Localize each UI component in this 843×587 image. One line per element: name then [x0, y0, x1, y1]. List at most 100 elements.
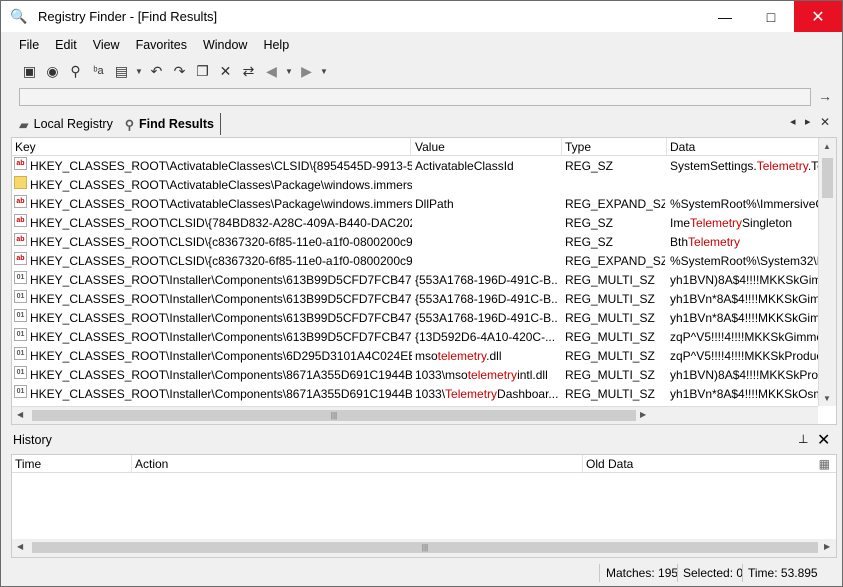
table-row[interactable]: 01 HKEY_CLASSES_ROOT\Installer\Components…	[12, 271, 818, 290]
string-value-icon: ab	[14, 214, 27, 227]
data-pre: Ime	[670, 216, 691, 230]
col-type[interactable]: Type	[562, 138, 667, 156]
value-text: {553A1768-196D-491C-B...	[415, 273, 558, 287]
cell-type: REG_MULTI_SZ	[565, 292, 655, 306]
forward-icon[interactable]: ▶	[296, 60, 317, 82]
data-pre: %SystemRoot%\System32\B	[670, 254, 818, 268]
value-highlight: telemetry	[467, 368, 518, 382]
table-row[interactable]: 01 HKEY_CLASSES_ROOT\Installer\Components…	[12, 328, 818, 347]
cell-key: HKEY_CLASSES_ROOT\CLSID\{c8367320-6f85-1…	[30, 254, 412, 268]
tab-close-icon[interactable]: ✕	[820, 115, 830, 129]
tab-right-icon[interactable]: ▸	[805, 115, 811, 128]
value-post: intl.dll	[517, 368, 548, 382]
history-panel-header: History ⊥ ✕	[11, 430, 837, 450]
redo-icon[interactable]: ↷	[169, 60, 190, 82]
cell-type: REG_EXPAND_SZ	[565, 197, 665, 211]
horizontal-scrollbar[interactable]: ◀ ||| ▶	[12, 539, 836, 557]
status-divider	[677, 564, 678, 582]
scroll-left-icon[interactable]: ◀	[17, 542, 23, 551]
value-text: ActivatableClassId	[415, 159, 514, 173]
cell-type: REG_EXPAND_SZ	[565, 254, 665, 268]
cell-data: %SystemRoot%\ImmersiveC	[670, 195, 818, 214]
menu-window[interactable]: Window	[195, 35, 255, 55]
undo-icon[interactable]: ↶	[146, 60, 167, 82]
table-row[interactable]: ab HKEY_CLASSES_ROOT\ActivatableClasses\C…	[12, 157, 818, 176]
scroll-right-icon[interactable]: ▶	[640, 410, 646, 419]
data-highlight: Telemetry	[756, 159, 808, 173]
menu-edit[interactable]: Edit	[47, 35, 85, 55]
tab-label: Local Registry	[33, 117, 113, 131]
data-post: .Te	[807, 159, 818, 173]
refresh-icon[interactable]: ⇄	[238, 60, 259, 82]
value-pre: 1033\mso	[415, 368, 468, 382]
binary-value-icon: 01	[14, 328, 27, 341]
cell-data: yh1BVN)8A$4!!!!MKKSkProdu	[670, 366, 818, 385]
col-key[interactable]: Key	[12, 138, 411, 156]
status-divider	[599, 564, 600, 582]
go-arrow-icon[interactable]: →	[818, 88, 832, 104]
table-row[interactable]: ab HKEY_CLASSES_ROOT\CLSID\{784BD832-A28C…	[12, 214, 818, 233]
cell-value: {553A1768-196D-491C-B...	[415, 271, 558, 290]
computer-icon[interactable]: ▣	[19, 60, 40, 82]
scroll-thumb[interactable]: |||	[32, 410, 636, 421]
maximize-button[interactable]: □	[748, 1, 794, 32]
cell-key: HKEY_CLASSES_ROOT\Installer\Components\6…	[30, 273, 412, 287]
cell-data: ImeTelemetrySingleton	[670, 214, 818, 233]
value-post: Dashboar...	[497, 387, 558, 401]
column-chooser-icon[interactable]: ▦	[819, 457, 830, 471]
cell-key: HKEY_CLASSES_ROOT\Installer\Components\6…	[30, 330, 412, 344]
find-icon[interactable]: ⚲	[65, 60, 86, 82]
menu-help[interactable]: Help	[255, 35, 297, 55]
table-row[interactable]: ab HKEY_CLASSES_ROOT\CLSID\{c8367320-6f85…	[12, 233, 818, 252]
horizontal-scrollbar[interactable]: ◀ ||| ▶	[12, 406, 818, 424]
chevron-down-icon[interactable]: ▼	[284, 60, 294, 82]
col-data[interactable]: Data	[667, 138, 836, 156]
minimize-button[interactable]: —	[702, 1, 748, 32]
back-icon[interactable]: ◀	[261, 60, 282, 82]
close-button[interactable]: ✕	[794, 1, 842, 32]
vertical-scrollbar[interactable]: ▲ ▼	[818, 138, 836, 406]
col-old-data[interactable]: Old Data	[583, 455, 836, 473]
col-time[interactable]: Time	[12, 455, 132, 473]
table-row[interactable]: HKEY_CLASSES_ROOT\ActivatableClasses\Pac…	[12, 176, 818, 195]
registry-search-icon[interactable]: ◉	[42, 60, 63, 82]
table-row[interactable]: ab HKEY_CLASSES_ROOT\CLSID\{c8367320-6f85…	[12, 252, 818, 271]
table-row[interactable]: 01 HKEY_CLASSES_ROOT\Installer\Components…	[12, 385, 818, 404]
pin-icon[interactable]: ⊥	[798, 432, 808, 446]
replace-icon[interactable]: ᵇa	[88, 60, 109, 82]
scroll-down-icon[interactable]: ▼	[823, 394, 831, 403]
chevron-down-icon[interactable]: ▼	[134, 60, 144, 82]
data-pre: Bth	[670, 235, 689, 249]
cell-type: REG_MULTI_SZ	[565, 311, 655, 325]
scroll-up-icon[interactable]: ▲	[823, 142, 831, 151]
chevron-down-icon[interactable]: ▼	[319, 60, 329, 82]
menu-file[interactable]: File	[11, 35, 47, 55]
menu-favorites[interactable]: Favorites	[128, 35, 195, 55]
tab-left-icon[interactable]: ◂	[790, 115, 796, 128]
close-icon[interactable]: ✕	[817, 430, 830, 450]
table-row[interactable]: 01 HKEY_CLASSES_ROOT\Installer\Components…	[12, 366, 818, 385]
cell-key: HKEY_CLASSES_ROOT\Installer\Components\6…	[30, 311, 412, 325]
col-action[interactable]: Action	[132, 455, 583, 473]
table-row[interactable]: ab HKEY_CLASSES_ROOT\ActivatableClasses\P…	[12, 195, 818, 214]
table-row[interactable]: 01 HKEY_CLASSES_ROOT\Installer\Components…	[12, 309, 818, 328]
table-row[interactable]: 01 HKEY_CLASSES_ROOT\Installer\Components…	[12, 347, 818, 366]
scroll-thumb[interactable]: |||	[32, 542, 818, 553]
cell-type: REG_MULTI_SZ	[565, 273, 655, 287]
scroll-left-icon[interactable]: ◀	[17, 410, 23, 419]
string-value-icon: ab	[14, 252, 27, 265]
tab-local-registry[interactable]: ▰ Local Registry	[13, 113, 119, 135]
col-value[interactable]: Value	[412, 138, 562, 156]
value-text: {553A1768-196D-491C-B...	[415, 311, 558, 325]
table-row[interactable]: 01 HKEY_CLASSES_ROOT\Installer\Components…	[12, 290, 818, 309]
scroll-thumb[interactable]	[822, 158, 833, 198]
menu-view[interactable]: View	[85, 35, 128, 55]
delete-icon[interactable]: ✕	[215, 60, 236, 82]
scroll-right-icon[interactable]: ▶	[824, 542, 830, 551]
cell-data: yh1BVn*8A$4!!!!MKKSkGimm	[670, 290, 818, 309]
binary-value-icon: 01	[14, 271, 27, 284]
copy-icon[interactable]: ❐	[192, 60, 213, 82]
address-bar[interactable]	[19, 88, 811, 106]
save-icon[interactable]: ▤	[111, 60, 132, 82]
tab-find-results[interactable]: ⚲ Find Results	[119, 113, 221, 135]
